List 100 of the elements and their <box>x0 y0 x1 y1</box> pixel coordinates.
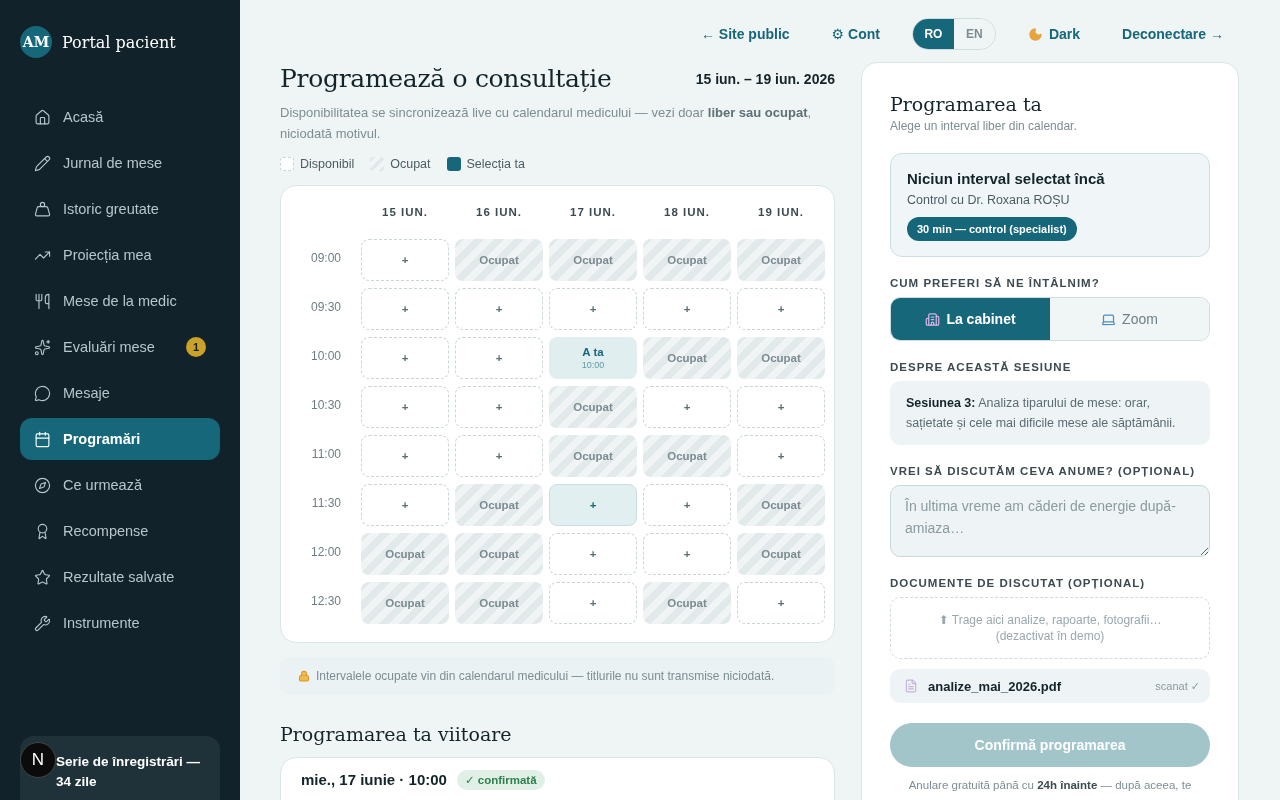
page-title: Programează o consultație <box>280 64 612 93</box>
lock-icon <box>298 669 310 682</box>
free-slot[interactable]: + <box>549 483 637 526</box>
busy-slot[interactable]: Ocupat <box>455 238 543 281</box>
busy-slot[interactable]: Ocupat <box>737 238 825 281</box>
free-slot[interactable]: + <box>643 385 731 428</box>
free-slot[interactable]: + <box>455 287 543 330</box>
free-slot[interactable]: + <box>361 385 449 428</box>
free-slot[interactable]: + <box>455 434 543 477</box>
time-label: 10:30 <box>309 396 342 414</box>
free-slot[interactable]: + <box>455 336 543 379</box>
nav-item[interactable]: Rezultate salvate <box>20 556 220 598</box>
time-label: 11:00 <box>310 445 342 463</box>
field-label: VREI SĂ DISCUTĂM CEVA ANUME? (OPȚIONAL) <box>890 465 1196 477</box>
top-link[interactable]: ← Site public <box>700 26 790 42</box>
busy-slot[interactable]: Ocupat <box>455 581 543 624</box>
nav-icon <box>34 568 51 586</box>
busy-slot[interactable]: Ocupat <box>455 532 543 575</box>
nav-item[interactable]: Ce urmează <box>20 464 220 506</box>
time-label: 12:00 <box>309 543 342 561</box>
busy-slot[interactable]: Ocupat <box>737 532 825 575</box>
time-label: 12:30 <box>309 592 342 610</box>
drop-zone-text: ⬆ Trage aici analize, rapoarte, fotografii… <box>938 613 1162 627</box>
nav-item[interactable]: Proiecția mea <box>20 234 220 276</box>
free-slot[interactable]: + <box>549 581 637 624</box>
brand-name: Portal pacient <box>62 32 176 52</box>
free-slot[interactable]: + <box>643 287 731 330</box>
mode-option[interactable]: Zoom <box>1050 298 1209 340</box>
nav-label: Programări <box>63 431 142 447</box>
nav-icon <box>34 154 51 172</box>
free-slot[interactable]: + <box>549 532 637 575</box>
nav-item[interactable]: Mesaje <box>20 372 220 414</box>
free-slot[interactable]: + <box>737 287 825 330</box>
nav-item[interactable]: Mese de la medic <box>20 280 220 322</box>
nav-icon <box>34 476 51 494</box>
language-button[interactable]: RO <box>912 19 954 49</box>
free-slot[interactable]: + <box>737 434 825 477</box>
status-badge: ✓ confirmată <box>456 769 545 790</box>
nav-label: Recompense <box>63 523 150 539</box>
legend-swatch <box>280 156 294 171</box>
booked-slot[interactable]: A ta 10:00 <box>549 336 637 379</box>
time-label: 09:00 <box>309 249 342 267</box>
count-badge: 1 <box>186 337 206 357</box>
free-slot[interactable]: + <box>643 483 731 526</box>
nav-item[interactable]: Recompense <box>20 510 220 552</box>
nav-item[interactable]: Programări <box>20 418 220 460</box>
busy-slot[interactable]: Ocupat <box>737 483 825 526</box>
busy-slot[interactable]: Ocupat <box>361 532 449 575</box>
mode-option[interactable]: La cabinet <box>891 298 1050 340</box>
free-slot[interactable]: + <box>549 287 637 330</box>
theme-toggle[interactable]: Dark <box>1027 26 1081 42</box>
free-slot[interactable]: + <box>643 532 731 575</box>
busy-slot[interactable]: Ocupat <box>643 434 731 477</box>
nav-item[interactable]: Instrumente <box>20 602 220 644</box>
legend-label: Selecția ta <box>466 156 525 171</box>
field-label: DESPRE ACEASTĂ SESIUNE <box>890 361 1073 373</box>
nav-icon <box>34 430 51 448</box>
nav-label: Rezultate salvate <box>63 569 176 585</box>
free-slot[interactable]: + <box>361 434 449 477</box>
duration-pill: 30 min — control (specialist) <box>907 217 1077 241</box>
busy-slot[interactable]: Ocupat <box>643 336 731 379</box>
nav-label: Istoric greutate <box>63 201 160 217</box>
nav-item[interactable]: Evaluări mese 1 <box>20 326 220 368</box>
nav-item[interactable]: Jurnal de mese <box>20 142 220 184</box>
top-link[interactable]: ⚙ Cont <box>831 26 880 42</box>
session-text: Sesiunea 3: Analiza tiparului de mese: orar, sațietate și cele mai dificile mese ale săptămânii. <box>890 381 1210 445</box>
note-text: Intervalele ocupate vin din calendarul medicului — titlurile nu sunt transmise niciodată. <box>316 668 775 683</box>
nav-icon <box>34 384 51 402</box>
logout-link[interactable]: Deconectare → <box>1122 26 1224 42</box>
day-heading: 17 IUN. <box>569 205 617 220</box>
nav-item[interactable]: Acasă <box>20 96 220 138</box>
free-slot[interactable]: + <box>361 287 449 330</box>
busy-slot[interactable]: Ocupat <box>549 434 637 477</box>
busy-slot[interactable]: Ocupat <box>643 238 731 281</box>
doctor-text: Control cu Dr. Roxana ROȘU <box>907 193 1070 207</box>
building-icon <box>925 311 941 327</box>
free-slot[interactable]: + <box>361 238 449 281</box>
time-label: 11:30 <box>310 494 342 512</box>
streak-title: Serie de înregistrări — 34 zile <box>56 754 201 789</box>
busy-slot[interactable]: Ocupat <box>361 581 449 624</box>
legend-label: Disponibil <box>300 156 355 171</box>
busy-slot[interactable]: Ocupat <box>455 483 543 526</box>
free-slot[interactable]: + <box>737 581 825 624</box>
free-slot[interactable]: + <box>455 385 543 428</box>
busy-slot[interactable]: Ocupat <box>643 581 731 624</box>
nav-label: Proiecția mea <box>63 247 153 263</box>
free-slot[interactable]: + <box>737 385 825 428</box>
nav-label: Mese de la medic <box>63 293 178 309</box>
busy-slot[interactable]: Ocupat <box>737 336 825 379</box>
legend-swatch <box>446 156 461 171</box>
busy-slot[interactable]: Ocupat <box>549 238 637 281</box>
busy-slot[interactable]: Ocupat <box>549 385 637 428</box>
topic-field[interactable]: În ultima vreme am căderi de energie după-amiaza… <box>890 485 1210 557</box>
free-slot[interactable]: + <box>361 336 449 379</box>
date-range: 15 iun. – 19 iun. 2026 <box>695 70 835 87</box>
section-title: Programarea ta viitoare <box>280 722 513 745</box>
nav-item[interactable]: Istoric greutate <box>20 188 220 230</box>
description: Disponibilitatea se sincronizează live cu calendarul medicului — vezi doar liber sau ocupat, niciodată motivul. <box>280 104 813 143</box>
nav-label: Ce urmează <box>63 477 143 493</box>
free-slot[interactable]: + <box>361 483 449 526</box>
